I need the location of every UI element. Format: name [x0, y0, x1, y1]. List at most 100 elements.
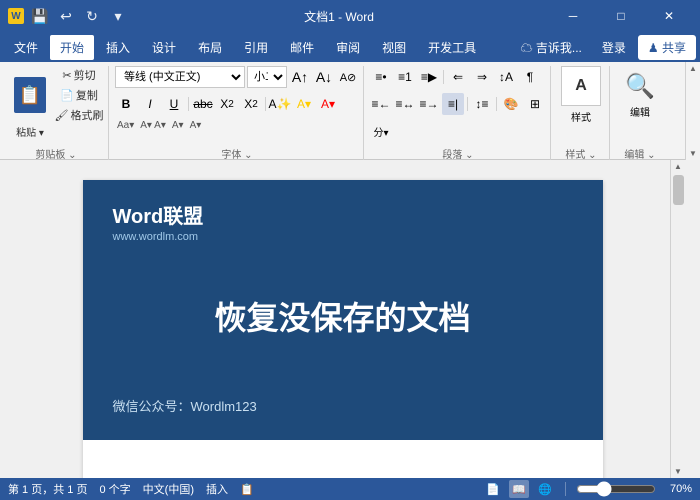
font-decrease-button[interactable]: A↓ — [313, 66, 335, 88]
numbering-button[interactable]: ≡1 — [394, 66, 416, 88]
show-marks-button[interactable]: ¶ — [519, 66, 541, 88]
read-mode-button[interactable]: 📖 — [509, 480, 529, 498]
menu-view[interactable]: 视图 — [372, 35, 416, 60]
bold-button[interactable]: B — [115, 93, 137, 115]
sep5 — [496, 97, 497, 111]
ribbon-content: 📋 粘贴 ▾ ✂剪切 📄复制 🖌格式刷 剪贴板 ⌄ 等线 (中文正文) — [0, 62, 700, 163]
document-main-title: 恢复没保存的文档 — [113, 293, 573, 339]
customize-qat-button[interactable]: ▾ — [108, 6, 128, 26]
shading-button[interactable]: 🎨 — [500, 93, 522, 115]
menu-insert[interactable]: 插入 — [96, 35, 140, 60]
insert-mode: 插入 — [206, 481, 228, 497]
font-size-extra: A▾ A▾ — [138, 120, 168, 131]
login-button[interactable]: 登录 — [594, 35, 634, 60]
paragraph-content: ≡• ≡1 ≡▶ ⇐ ⇒ ↕A ¶ ≡← ≡↔ ≡→ ≡| ↕≡ — [370, 66, 546, 144]
font-increase-button[interactable]: A↑ — [289, 66, 311, 88]
document-banner: Word联盟 www.wordlm.com 恢复没保存的文档 微信公众号：Wor… — [83, 180, 603, 440]
increase-indent-button[interactable]: ⇒ — [471, 66, 493, 88]
styles-gallery-button[interactable]: A 样式 — [557, 66, 605, 124]
subscript-button[interactable]: X2 — [216, 93, 238, 115]
para-row-2: ≡← ≡↔ ≡→ ≡| ↕≡ 🎨 ⊞ — [370, 93, 546, 115]
web-layout-button[interactable]: 🌐 — [535, 480, 555, 498]
styles-preview: A — [561, 66, 601, 106]
close-button[interactable]: ✕ — [646, 0, 692, 32]
logo-url: www.wordlm.com — [113, 231, 573, 243]
ribbon-group-styles: A 样式 样式 ⌄ — [553, 66, 610, 163]
cut-button[interactable]: ✂剪切 — [54, 66, 104, 84]
font-content: 等线 (中文正文) 小二 二号 A↑ A↓ A⊘ B I U abc — [115, 66, 359, 144]
cut-copy-format: ✂剪切 📄复制 🖌格式刷 — [54, 66, 104, 124]
chinese-layout[interactable]: 分▾ — [370, 120, 392, 142]
document-body[interactable] — [83, 440, 603, 478]
ribbon-group-clipboard: 📋 粘贴 ▾ ✂剪切 📄复制 🖌格式刷 剪贴板 ⌄ — [4, 66, 109, 163]
scroll-down-arrow[interactable]: ▼ — [674, 467, 682, 476]
strikethrough-button[interactable]: abc — [192, 93, 214, 115]
borders-button[interactable]: ⊞ — [524, 93, 546, 115]
ribbon-group-font: 等线 (中文正文) 小二 二号 A↑ A↓ A⊘ B I U abc — [111, 66, 364, 163]
underline-button[interactable]: U — [163, 93, 185, 115]
menu-layout[interactable]: 布局 — [188, 35, 232, 60]
share-button[interactable]: ♟ 共享 — [638, 35, 696, 60]
edit-label: 编辑 — [630, 104, 650, 119]
paste-label[interactable]: 粘贴 ▾ — [16, 124, 44, 139]
minimize-button[interactable]: ─ — [550, 0, 596, 32]
align-center-button[interactable]: ≡↔ — [394, 93, 416, 115]
align-right-button[interactable]: ≡→ — [418, 93, 440, 115]
clear-format-button[interactable]: A⊘ — [337, 66, 359, 88]
menu-file[interactable]: 文件 — [4, 35, 48, 60]
paste-icon: 📋 — [14, 77, 46, 113]
styles-label: 样式 — [571, 109, 591, 124]
format-painter-button[interactable]: 🖌格式刷 — [54, 106, 104, 124]
app-icon: W — [8, 8, 24, 24]
bullets-button[interactable]: ≡• — [370, 66, 392, 88]
separator2 — [265, 97, 266, 111]
font-family-select[interactable]: 等线 (中文正文) — [115, 66, 245, 88]
font-row-1: 等线 (中文正文) 小二 二号 A↑ A↓ A⊘ — [115, 66, 359, 88]
edit-icon: 🔍 — [625, 72, 655, 101]
tell-me-button[interactable]: ☁ 吉诉我... — [513, 35, 590, 60]
clipboard-content: 📋 粘贴 ▾ ✂剪切 📄复制 🖌格式刷 — [8, 66, 104, 144]
justify-button[interactable]: ≡| — [442, 93, 464, 115]
highlight-button[interactable]: A▾ — [293, 93, 315, 115]
italic-button[interactable]: I — [139, 93, 161, 115]
edit-button[interactable]: 🔍 编辑 — [616, 66, 664, 124]
save-button[interactable]: 💾 — [30, 6, 50, 26]
document-page: Word联盟 www.wordlm.com 恢复没保存的文档 微信公众号：Wor… — [83, 180, 603, 478]
ribbon-scroll-up[interactable]: ▲ — [689, 64, 697, 73]
multilevel-button[interactable]: ≡▶ — [418, 66, 440, 88]
menu-home[interactable]: 开始 — [50, 35, 94, 60]
undo-button[interactable]: ↩ — [56, 6, 76, 26]
sort-button[interactable]: ↕A — [495, 66, 517, 88]
menu-references[interactable]: 引用 — [234, 35, 278, 60]
font-size-select[interactable]: 小二 二号 — [247, 66, 287, 88]
logo-name: Word联盟 — [113, 200, 573, 229]
menu-review[interactable]: 审阅 — [326, 35, 370, 60]
scroll-up-arrow[interactable]: ▲ — [674, 162, 682, 171]
edit-content: 🔍 编辑 — [616, 66, 664, 144]
font-row-2: B I U abc X2 X2 A✨ A▾ A▾ — [115, 93, 339, 115]
window-title: 文档1 - Word — [128, 8, 550, 25]
print-layout-button[interactable]: 📄 — [483, 480, 503, 498]
zoom-slider[interactable] — [576, 482, 656, 496]
redo-button[interactable]: ↻ — [82, 6, 102, 26]
menu-mailings[interactable]: 邮件 — [280, 35, 324, 60]
restore-button[interactable]: □ — [598, 0, 644, 32]
line-spacing-button[interactable]: ↕≡ — [471, 93, 493, 115]
vertical-scrollbar[interactable]: ▲ ▼ — [670, 160, 685, 478]
word-count: 0 个字 — [99, 481, 130, 497]
menu-design[interactable]: 设计 — [142, 35, 186, 60]
scroll-thumb[interactable] — [673, 175, 684, 205]
font-label-extra: Aa▾ — [115, 120, 136, 131]
font-color-button[interactable]: A▾ — [317, 93, 339, 115]
superscript-button[interactable]: X2 — [240, 93, 262, 115]
ribbon-scroll-down[interactable]: ▼ — [689, 149, 697, 158]
text-effect-button[interactable]: A✨ — [269, 93, 291, 115]
page-info: 第 1 页，共 1 页 — [8, 481, 87, 497]
decrease-indent-button[interactable]: ⇐ — [447, 66, 469, 88]
align-left-button[interactable]: ≡← — [370, 93, 392, 115]
char-border: A▾ — [188, 120, 204, 131]
paste-button[interactable]: 📋 — [8, 66, 52, 124]
menu-developer[interactable]: 开发工具 — [418, 35, 486, 60]
ribbon-group-paragraph: ≡• ≡1 ≡▶ ⇐ ⇒ ↕A ¶ ≡← ≡↔ ≡→ ≡| ↕≡ — [366, 66, 551, 163]
copy-button[interactable]: 📄复制 — [54, 86, 104, 104]
